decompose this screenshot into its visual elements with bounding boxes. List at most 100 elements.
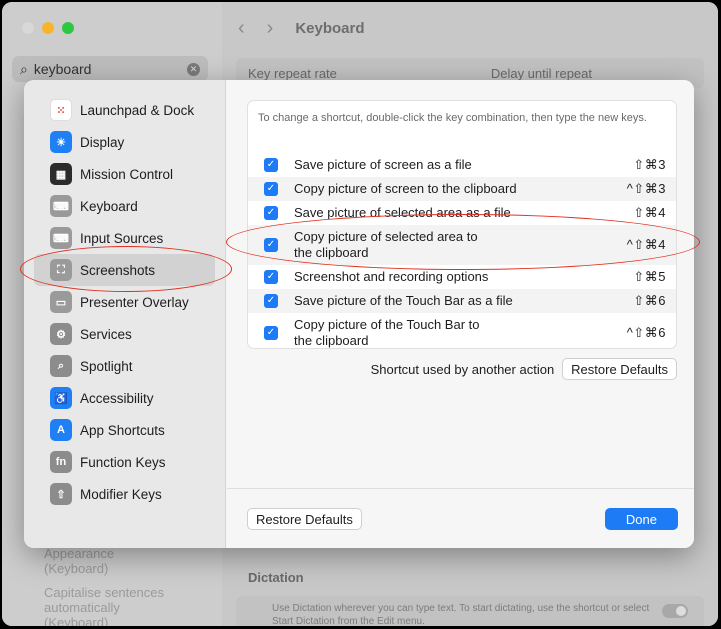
sidebar-item[interactable]: ☀ Display — [34, 126, 215, 158]
shortcut-row[interactable]: ✓ Save picture of selected area as a file… — [248, 201, 676, 225]
sidebar-item[interactable]: ⛶ Screenshots — [34, 254, 215, 286]
shortcut-key[interactable]: ⇧⌘3 — [633, 157, 666, 173]
sidebar-item-label: Spotlight — [80, 358, 133, 374]
shortcut-hint: To change a shortcut, double-click the k… — [258, 112, 647, 124]
shortcut-label: Copy picture of screen to the clipboard — [294, 181, 517, 196]
sidebar-item[interactable]: fn Function Keys — [34, 446, 215, 478]
done-button[interactable]: Done — [604, 508, 678, 530]
toolbar: ‹ › Keyboard — [222, 2, 718, 54]
shortcut-key[interactable]: ^⇧⌘4 — [627, 237, 666, 253]
keyboard-shortcuts-sheet: ⁙ Launchpad & Dock ☀ Display ▦ Mission Contro… — [24, 80, 694, 548]
shortcut-checkbox[interactable]: ✓ — [264, 326, 278, 340]
conflict-bar: Shortcut used by another action Restore … — [247, 358, 677, 380]
function-keys-icon: fn — [50, 451, 72, 473]
shortcuts-sidebar: ⁙ Launchpad & Dock ☀ Display ▦ Mission Contro… — [24, 80, 226, 548]
presenter-overlay-icon: ▭ — [50, 291, 72, 313]
input-sources-icon: ⌨ — [50, 227, 72, 249]
launchpad-icon: ⁙ — [50, 99, 72, 121]
sidebar-item[interactable]: ▭ Presenter Overlay — [34, 286, 215, 318]
sheet-footer: Restore Defaults Done — [227, 488, 694, 548]
sidebar-item[interactable]: ⌨ Input Sources — [34, 222, 215, 254]
ghost-result-label: (Keyboard) — [44, 615, 109, 626]
sidebar-item[interactable]: ⚙ Services — [34, 318, 215, 350]
shortcuts-main: To change a shortcut, double-click the k… — [227, 80, 694, 548]
shortcut-checkbox[interactable]: ✓ — [264, 238, 278, 252]
minimize-button[interactable] — [42, 22, 54, 34]
shortcut-row[interactable]: ✓ Save picture of screen as a file ⇧⌘3 — [248, 153, 676, 177]
sidebar-item-label: Keyboard — [80, 198, 138, 214]
shortcut-label: Save picture of the Touch Bar as a file — [294, 293, 513, 308]
screenshot-icon: ⛶ — [50, 259, 72, 281]
shortcut-checkbox[interactable]: ✓ — [264, 270, 278, 284]
shortcut-row[interactable]: ✓ Copy picture of selected area to the cli… — [248, 225, 676, 265]
shortcut-row[interactable]: ✓ Save picture of the Touch Bar as a file… — [248, 289, 676, 313]
shortcut-key[interactable]: ⇧⌘6 — [633, 293, 666, 309]
delay-label: Delay until repeat — [490, 65, 592, 81]
spotlight-icon: ⌕ — [50, 355, 72, 377]
sidebar-item-label: Launchpad & Dock — [80, 102, 195, 118]
shortcut-checkbox[interactable]: ✓ — [264, 158, 278, 172]
sidebar-item[interactable]: A App Shortcuts — [34, 414, 215, 446]
shortcut-checkbox[interactable]: ✓ — [264, 294, 278, 308]
key-repeat-label: Key repeat rate — [248, 65, 337, 81]
keyboard-icon: ⌨ — [50, 195, 72, 217]
sidebar-item-label: Modifier Keys — [80, 486, 162, 502]
ghost-result-label: (Keyboard) — [44, 561, 109, 576]
shortcut-key[interactable]: ^⇧⌘6 — [627, 325, 666, 341]
mission-control-icon: ▦ — [50, 163, 72, 185]
shortcut-label: Save picture of screen as a file — [294, 157, 472, 172]
display-icon: ☀ — [50, 131, 72, 153]
sidebar-item[interactable]: ⌕ Spotlight — [34, 350, 215, 382]
page-title: Keyboard — [295, 19, 365, 37]
forward-button[interactable]: › — [267, 17, 274, 40]
search-input[interactable]: keyboard — [34, 61, 92, 77]
ghost-result-label: automatically — [44, 600, 120, 615]
app-shortcuts-icon: A — [50, 419, 72, 441]
shortcut-list: To change a shortcut, double-click the k… — [247, 100, 677, 349]
sidebar-item-label: Services — [80, 326, 132, 342]
restore-defaults-panel-button[interactable]: Restore Defaults — [562, 358, 677, 380]
shortcut-key[interactable]: ⇧⌘4 — [633, 205, 666, 221]
shortcut-checkbox[interactable]: ✓ — [264, 182, 278, 196]
system-settings-window: ⌕ keyboard ✕ Appearance (Keyboard) Capit… — [2, 2, 718, 626]
shortcut-row[interactable]: ✓ Screenshot and recording options ⇧⌘5 — [248, 265, 676, 289]
clear-search-icon[interactable]: ✕ — [187, 62, 200, 76]
ghost-result-label: Appearance — [44, 546, 115, 561]
sidebar-item-label: Presenter Overlay — [80, 294, 189, 310]
sidebar-item[interactable]: ⌨ Keyboard — [34, 190, 215, 222]
accessibility-icon: ♿ — [50, 387, 72, 409]
restore-defaults-button[interactable]: Restore Defaults — [247, 508, 362, 530]
sidebar-item[interactable]: ♿ Accessibility — [34, 382, 215, 414]
close-button[interactable] — [22, 22, 34, 34]
ghost-result-label: Capitalise sentences — [44, 585, 164, 600]
conflict-text: Shortcut used by another action — [370, 361, 555, 377]
sidebar-item[interactable]: ▦ Mission Control — [34, 158, 215, 190]
sidebar-item-label: App Shortcuts — [80, 422, 165, 438]
shortcut-label: Copy picture of selected area to the clip… — [294, 229, 478, 260]
search-field[interactable]: ⌕ keyboard ✕ — [12, 56, 208, 82]
zoom-button[interactable] — [62, 22, 74, 34]
sidebar-item-label: Display — [80, 134, 125, 150]
window-controls — [22, 22, 74, 34]
search-icon: ⌕ — [20, 60, 28, 77]
dictation-card: Use Dictation wherever you can type text… — [236, 596, 704, 626]
dictation-title: Dictation — [248, 570, 304, 585]
modifier-keys-icon: ⇧ — [50, 483, 72, 505]
shortcut-row[interactable]: ✓ Copy picture of the Touch Bar to the cli… — [248, 313, 676, 353]
shortcut-key[interactable]: ⇧⌘5 — [633, 269, 666, 285]
sidebar-item-label: Mission Control — [80, 166, 174, 182]
shortcut-checkbox[interactable]: ✓ — [264, 206, 278, 220]
sidebar-item-label: Accessibility — [80, 390, 154, 406]
sidebar-item[interactable]: ⇧ Modifier Keys — [34, 478, 215, 510]
gear-icon: ⚙ — [50, 323, 72, 345]
sidebar-item-label: Function Keys — [80, 454, 166, 470]
sidebar-item[interactable]: ⁙ Launchpad & Dock — [34, 94, 215, 126]
sidebar-item-label: Screenshots — [80, 262, 156, 278]
shortcut-label: Copy picture of the Touch Bar to the clip… — [294, 317, 480, 348]
shortcut-key[interactable]: ^⇧⌘3 — [627, 181, 666, 197]
shortcut-row[interactable]: ✓ Copy picture of screen to the clipboard… — [248, 177, 676, 201]
shortcut-label: Save picture of selected area as a file — [294, 205, 511, 220]
dictation-description: Use Dictation wherever you can type text… — [272, 603, 650, 626]
dictation-toggle[interactable] — [662, 604, 688, 618]
back-button[interactable]: ‹ — [238, 17, 245, 40]
